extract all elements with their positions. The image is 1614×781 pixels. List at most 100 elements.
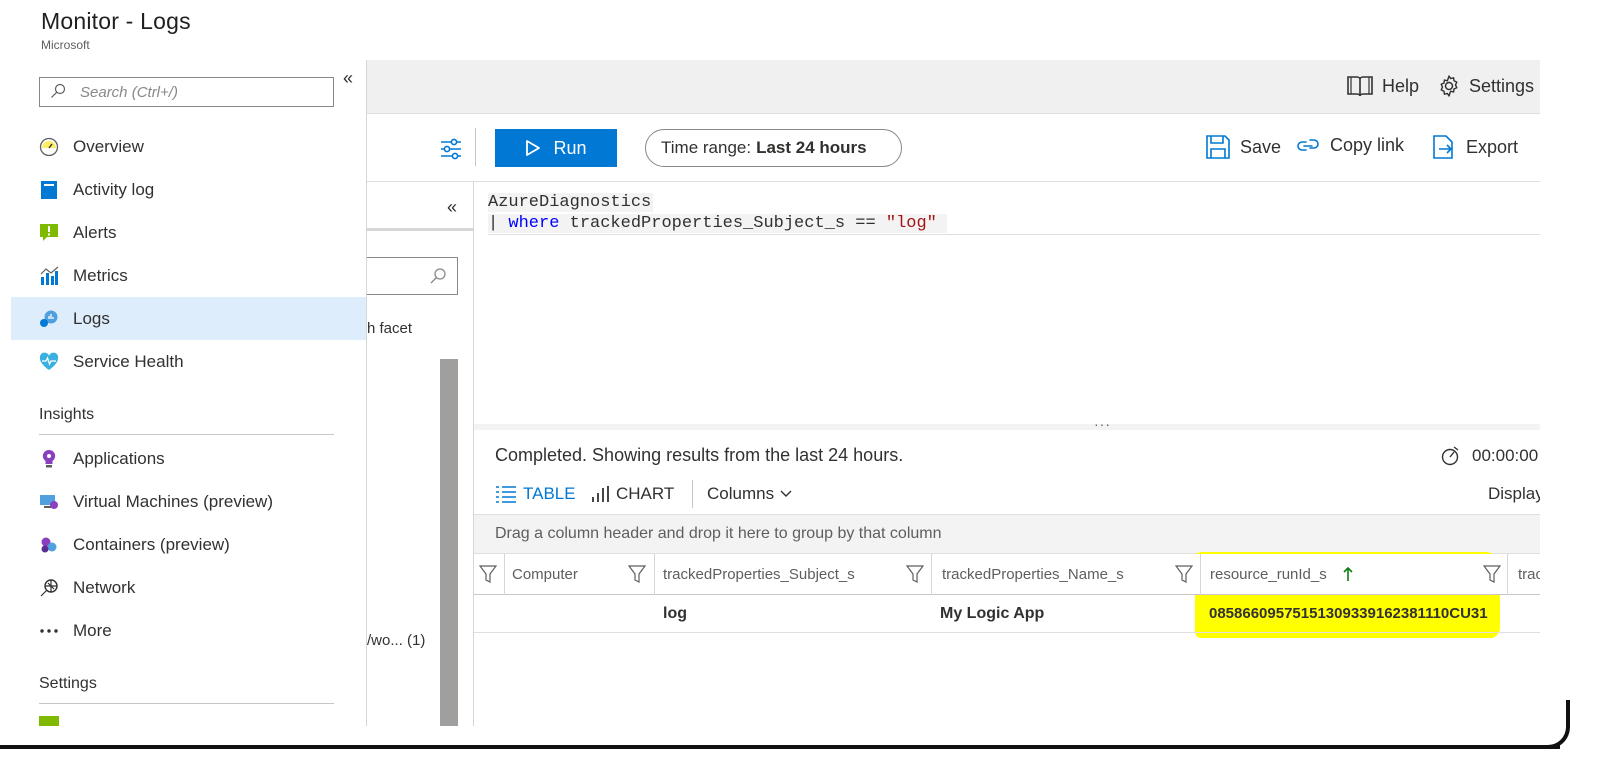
export-button[interactable]: Export [1431,134,1518,160]
filter-icon[interactable] [1175,564,1193,584]
screenshot-frame [0,745,1614,781]
column-header-name[interactable]: trackedProperties_Name_s [942,566,1124,583]
screenshot-margin [1540,0,1614,781]
section-heading-insights: Insights [39,406,95,423]
sidebar-item-containers[interactable]: Containers (preview) [11,523,366,566]
tab-table[interactable]: TABLE [495,484,576,504]
search-input[interactable] [80,82,325,102]
network-icon [40,579,58,597]
sidebar-item-more[interactable]: More [11,609,366,652]
group-by-bar[interactable]: Drag a column header and drop it here to… [474,514,1540,554]
time-range-prefix: Time range: [661,138,752,157]
copy-link-label: Copy link [1330,134,1405,155]
query-pipe: | [488,214,509,233]
section-divider [39,434,334,435]
sidebar-item-service-health[interactable]: Service Health [11,340,366,383]
column-header-subject[interactable]: trackedProperties_Subject_s [663,566,855,583]
save-button[interactable]: Save [1205,134,1281,160]
service-health-icon [39,352,59,370]
run-button[interactable]: Run [495,129,617,167]
section-divider [39,703,334,704]
results-grid-header: Computer trackedProperties_Subject_s tra… [474,554,1543,595]
query-keyword: where [508,214,560,233]
alerts-icon [40,224,58,241]
filter-icon[interactable] [1483,564,1501,584]
export-label: Export [1466,136,1519,157]
help-button[interactable]: Help [1346,74,1419,98]
tab-chart[interactable]: CHART [590,484,674,504]
activity-log-icon [41,181,57,199]
sidebar-item-activity-log[interactable]: Activity log [11,168,366,211]
sidebar-item-label: Metrics [73,266,128,285]
display-time-label[interactable]: Display [1488,484,1544,504]
sidebar-item-label: Activity log [73,180,155,199]
save-icon [1206,135,1230,159]
tab-chart-label: CHART [616,484,675,503]
filter-icon[interactable] [906,564,924,584]
settings-button[interactable]: Settings [1437,74,1534,98]
column-separator [1200,554,1201,595]
run-label: Run [553,137,587,158]
sidebar-item-label: Containers (preview) [73,535,230,554]
columns-dropdown[interactable]: Columns [707,484,792,504]
query-field: trackedProperties_Subject_s == [559,214,886,233]
sidebar-item-label: Alerts [73,223,117,242]
query-status-text: Completed. Showing results from the last… [495,445,904,465]
search-icon [430,268,446,284]
schema-search-input[interactable] [367,257,458,295]
screenshot-frame-edge [0,745,1560,749]
column-header-computer[interactable]: Computer [512,566,578,583]
sidebar-item-logs[interactable]: Logs [11,297,366,340]
toolbar-divider [475,128,476,166]
schema-pane-scrollbar[interactable] [440,359,458,726]
columns-label: Columns [707,484,775,503]
collapse-schema-pane-button[interactable]: « [447,197,457,218]
settings-label: Settings [1469,75,1535,96]
filter-icon[interactable] [479,564,497,584]
schema-facet-item[interactable]: /wo... (1) [367,632,425,649]
column-header-run-id[interactable]: resource_runId_s [1210,566,1327,583]
collapse-sidebar-button[interactable]: « [343,68,353,89]
time-range-value: Last 24 hours [756,138,867,157]
time-range-picker[interactable]: Time range: Last 24 hours [645,129,902,167]
diagnostic-settings-icon[interactable] [39,716,59,726]
sidebar-item-label: Service Health [73,352,184,371]
sidebar-item-label: Applications [73,449,165,468]
column-separator [931,554,932,595]
splitter-handle[interactable]: ··· [1094,416,1111,432]
filter-icon[interactable] [628,564,646,584]
results-toolbar-divider [692,480,693,508]
group-by-hint: Drag a column header and drop it here to… [495,525,942,542]
chevron-down-icon [780,490,792,497]
applications-icon [42,449,56,468]
containers-icon [41,537,57,553]
sidebar-item-overview[interactable]: Overview [11,125,366,168]
query-line-1: AzureDiagnostics [488,193,654,212]
sidebar-item-alerts[interactable]: Alerts [11,211,366,254]
editor-results-splitter[interactable] [474,424,1540,430]
sort-ascending-icon [1343,566,1353,581]
page-title: Monitor - Logs [41,8,191,34]
query-editor[interactable]: AzureDiagnostics | where trackedProperti… [474,182,1540,426]
sidebar-item-virtual-machines[interactable]: Virtual Machines (preview) [11,480,366,523]
column-separator [504,554,505,595]
sidebar-item-network[interactable]: Network [11,566,366,609]
sidebar-item-label: More [73,621,112,640]
more-icon [40,629,58,633]
save-label: Save [1240,136,1282,157]
gear-icon [1440,75,1458,97]
link-icon [1297,139,1319,151]
copy-link-button[interactable]: Copy link [1295,134,1404,156]
sidebar-item-metrics[interactable]: Metrics [11,254,366,297]
help-label: Help [1382,75,1420,96]
query-duration: 00:00:00 [1440,445,1538,467]
cell-subject: log [663,605,687,622]
sidebar-search[interactable] [39,77,334,107]
play-icon [526,140,541,156]
column-separator [1507,554,1508,595]
filter-settings-icon[interactable] [438,136,464,162]
table-row[interactable]: log My Logic App 08586609575151309339162… [474,595,1540,633]
sidebar-item-applications[interactable]: Applications [11,437,366,480]
stopwatch-icon [1441,446,1459,466]
column-separator [654,554,655,595]
